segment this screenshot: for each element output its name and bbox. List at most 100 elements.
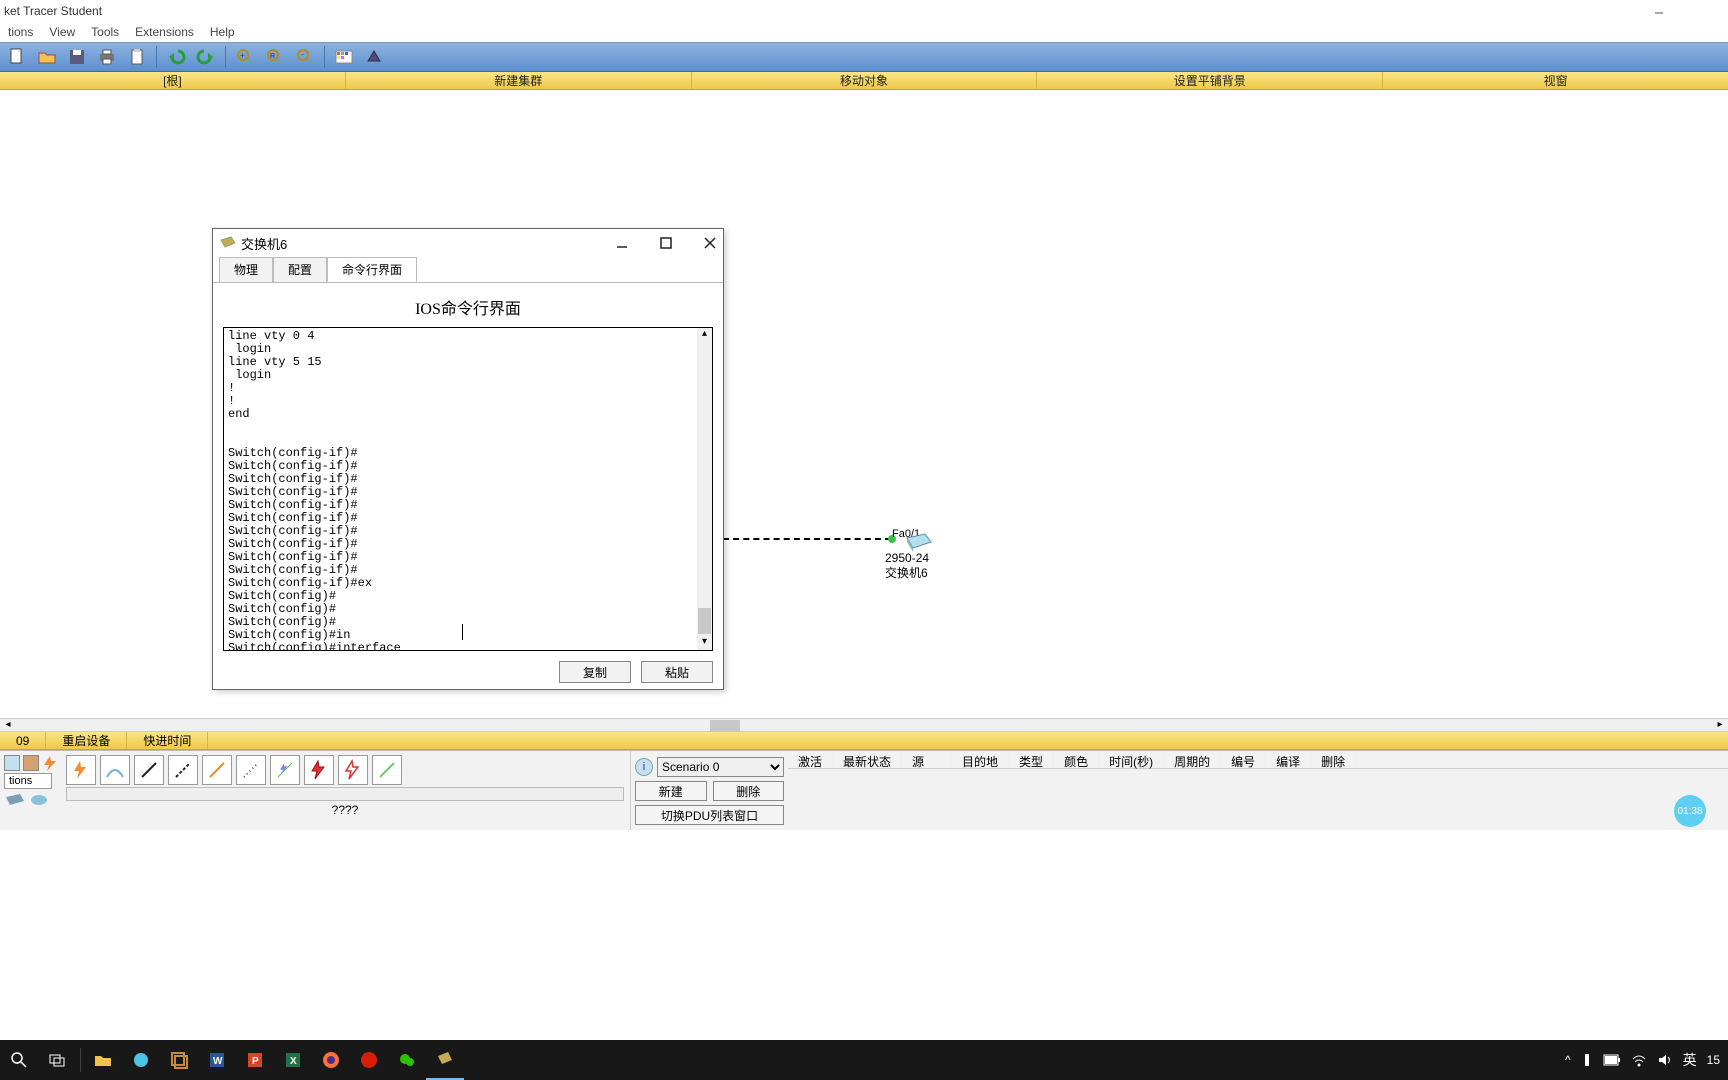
scenario-select[interactable]: Scenario 0 bbox=[657, 757, 784, 777]
word-icon[interactable]: W bbox=[198, 1040, 236, 1080]
conn-serial-dte-icon[interactable] bbox=[338, 755, 368, 785]
conn-straight-icon[interactable] bbox=[134, 755, 164, 785]
col-type[interactable]: 类型 bbox=[1009, 751, 1054, 768]
reset-devices-button[interactable]: 重启设备 bbox=[46, 732, 127, 749]
app-icon[interactable] bbox=[160, 1040, 198, 1080]
col-source[interactable]: 源 bbox=[902, 751, 952, 768]
zoom-reset-icon[interactable]: R bbox=[262, 45, 288, 69]
open-file-icon[interactable] bbox=[34, 45, 60, 69]
hscroll-left-icon[interactable]: ◂ bbox=[0, 719, 16, 731]
battery-icon[interactable] bbox=[1603, 1054, 1621, 1066]
cli-terminal[interactable]: line vty 0 4 login line vty 5 15 login !… bbox=[223, 327, 713, 651]
dialog-minimize-button[interactable] bbox=[615, 236, 629, 250]
redo-icon[interactable] bbox=[193, 45, 219, 69]
conn-octal-icon[interactable] bbox=[372, 755, 402, 785]
dialog-maximize-button[interactable] bbox=[659, 236, 673, 250]
usb-icon[interactable] bbox=[1581, 1052, 1593, 1068]
excel-icon[interactable]: X bbox=[274, 1040, 312, 1080]
workspace-hscroll[interactable]: ◂ ▸ bbox=[0, 718, 1728, 732]
device-thumb-icon[interactable] bbox=[4, 793, 26, 807]
powerpoint-icon[interactable]: P bbox=[236, 1040, 274, 1080]
device-dialog: 交换机6 物理 配置 命令行界面 IOS命令行界面 line vty 0 4 l… bbox=[212, 228, 724, 690]
search-icon[interactable] bbox=[0, 1040, 38, 1080]
device-category-label[interactable]: tions bbox=[4, 773, 52, 789]
conn-auto-icon[interactable] bbox=[66, 755, 96, 785]
scenario-new-button[interactable]: 新建 bbox=[635, 781, 707, 801]
copy-button[interactable]: 复制 bbox=[559, 661, 631, 683]
palette-icon[interactable] bbox=[331, 45, 357, 69]
col-num[interactable]: 编号 bbox=[1221, 751, 1266, 768]
paste-button[interactable]: 粘贴 bbox=[641, 661, 713, 683]
clipboard-icon[interactable] bbox=[124, 45, 150, 69]
logical-move-object[interactable]: 移动对象 bbox=[692, 72, 1038, 89]
device-thumb-icon[interactable] bbox=[30, 793, 48, 807]
netease-icon[interactable] bbox=[350, 1040, 388, 1080]
conn-console-icon[interactable] bbox=[100, 755, 130, 785]
conn-fiber-icon[interactable] bbox=[202, 755, 232, 785]
logical-new-cluster[interactable]: 新建集群 bbox=[346, 72, 692, 89]
scroll-down-icon[interactable]: ▾ bbox=[697, 636, 712, 650]
scroll-up-icon[interactable]: ▴ bbox=[697, 328, 712, 342]
close-button[interactable] bbox=[1682, 0, 1728, 22]
logical-root[interactable]: [根] bbox=[0, 72, 346, 89]
zoom-in-icon[interactable]: + bbox=[232, 45, 258, 69]
taskview-icon[interactable] bbox=[38, 1040, 76, 1080]
volume-icon[interactable] bbox=[1657, 1053, 1673, 1067]
wechat-icon[interactable] bbox=[388, 1040, 426, 1080]
explorer-icon[interactable] bbox=[84, 1040, 122, 1080]
packet-tracer-icon[interactable] bbox=[426, 1040, 464, 1080]
menu-extensions[interactable]: Extensions bbox=[135, 25, 194, 39]
hscroll-thumb[interactable] bbox=[710, 720, 740, 732]
workspace-canvas[interactable]: Fa0/1 2950-24 交换机6 交换机6 物理 配置 命令行界面 IOS命… bbox=[0, 90, 1728, 718]
col-edit[interactable]: 编译 bbox=[1266, 751, 1311, 768]
minimize-button[interactable] bbox=[1636, 0, 1682, 22]
dialog-close-button[interactable] bbox=[703, 236, 717, 250]
menu-tools[interactable]: Tools bbox=[91, 25, 119, 39]
col-time[interactable]: 时间(秒) bbox=[1099, 751, 1164, 768]
conn-coax-icon[interactable] bbox=[270, 755, 300, 785]
zoom-out-icon[interactable]: - bbox=[292, 45, 318, 69]
menu-help[interactable]: Help bbox=[210, 25, 235, 39]
hscroll-right-icon[interactable]: ▸ bbox=[1712, 719, 1728, 731]
col-color[interactable]: 颜色 bbox=[1054, 751, 1099, 768]
logical-viewport[interactable]: 视窗 bbox=[1383, 72, 1728, 89]
undo-icon[interactable] bbox=[163, 45, 189, 69]
tab-physical[interactable]: 物理 bbox=[219, 257, 273, 282]
cli-output[interactable]: line vty 0 4 login line vty 5 15 login !… bbox=[224, 328, 712, 650]
logical-set-bg[interactable]: 设置平铺背景 bbox=[1037, 72, 1383, 89]
connections-scrollbar[interactable] bbox=[66, 787, 624, 801]
fast-forward-button[interactable]: 快进时间 bbox=[127, 732, 208, 749]
col-delete[interactable]: 删除 bbox=[1311, 751, 1356, 768]
connection-bolt-icon[interactable] bbox=[42, 755, 56, 771]
firefox-icon[interactable] bbox=[312, 1040, 350, 1080]
tab-cli[interactable]: 命令行界面 bbox=[327, 257, 417, 282]
print-icon[interactable] bbox=[94, 45, 120, 69]
col-fire[interactable]: 激活 bbox=[788, 751, 833, 768]
device-custom-icon[interactable] bbox=[361, 45, 387, 69]
col-status[interactable]: 最新状态 bbox=[833, 751, 902, 768]
video-timestamp-badge: 01:38 bbox=[1674, 795, 1706, 827]
device-category-icon[interactable] bbox=[23, 755, 39, 771]
clock[interactable]: 15 bbox=[1707, 1053, 1720, 1067]
app-icon[interactable] bbox=[122, 1040, 160, 1080]
device-category-icon[interactable] bbox=[4, 755, 20, 771]
col-dest[interactable]: 目的地 bbox=[952, 751, 1009, 768]
tray-expand-icon[interactable]: ^ bbox=[1565, 1053, 1571, 1067]
wifi-icon[interactable] bbox=[1631, 1053, 1647, 1067]
ime-indicator[interactable]: 英 bbox=[1683, 1050, 1697, 1070]
cli-scrollbar[interactable]: ▴ ▾ bbox=[697, 328, 712, 650]
info-icon[interactable]: i bbox=[635, 758, 653, 776]
scenario-delete-button[interactable]: 删除 bbox=[713, 781, 785, 801]
conn-serial-dce-icon[interactable] bbox=[304, 755, 334, 785]
col-periodic[interactable]: 周期的 bbox=[1164, 751, 1221, 768]
tab-config[interactable]: 配置 bbox=[273, 257, 327, 282]
link-cable[interactable] bbox=[723, 538, 891, 540]
new-file-icon[interactable] bbox=[4, 45, 30, 69]
menu-view[interactable]: View bbox=[49, 25, 75, 39]
menu-options[interactable]: tions bbox=[8, 25, 33, 39]
toggle-pdu-list-button[interactable]: 切换PDU列表窗口 bbox=[635, 805, 784, 825]
conn-cross-icon[interactable] bbox=[168, 755, 198, 785]
scroll-thumb[interactable] bbox=[698, 608, 711, 634]
save-icon[interactable] bbox=[64, 45, 90, 69]
conn-phone-icon[interactable] bbox=[236, 755, 266, 785]
